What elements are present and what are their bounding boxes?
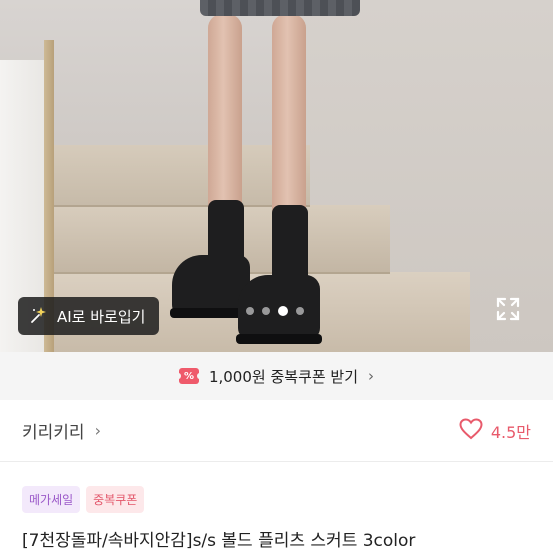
ai-try-on-label: AI로 바로입기 — [57, 307, 146, 326]
model-leg-right — [272, 14, 306, 224]
carousel-dot[interactable] — [262, 307, 270, 315]
carousel-indicator — [246, 306, 304, 316]
badge-list: 메가세일 중복쿠폰 — [22, 486, 145, 513]
like-count: 4.5만 — [490, 422, 531, 442]
heart-icon — [459, 417, 483, 444]
skirt-hem — [200, 0, 360, 16]
stair-edge — [50, 205, 310, 207]
coupon-banner[interactable]: % 1,000원 중복쿠폰 받기 › — [0, 352, 553, 400]
expand-icon[interactable] — [495, 296, 521, 322]
seller-name[interactable]: 키리키리 — [22, 418, 85, 443]
coupon-icon: % — [175, 368, 202, 384]
coupon-text: 1,000원 중복쿠폰 받기 — [208, 367, 359, 386]
carousel-dot[interactable] — [296, 307, 304, 315]
ai-try-on-button[interactable]: AI로 바로입기 — [18, 297, 160, 335]
model-leg-left — [208, 14, 242, 224]
duplicate-coupon-badge: 중복쿠폰 — [86, 486, 145, 513]
mega-sale-badge: 메가세일 — [22, 486, 81, 513]
sparkle-icon — [30, 306, 48, 327]
carousel-dot[interactable] — [246, 307, 254, 315]
carousel-dot-active[interactable] — [278, 306, 288, 316]
product-image[interactable]: AI로 바로입기 — [0, 0, 553, 352]
boot-right-sole — [236, 334, 322, 344]
chevron-right-icon: › — [368, 367, 375, 385]
seller-row: 키리키리 › 4.5만 — [0, 400, 553, 462]
like-button[interactable]: 4.5만 — [459, 417, 531, 444]
product-title: [7천장돌파/속바지안감]s/s 볼드 플리츠 스커트 3color — [22, 531, 416, 551]
chevron-right-icon[interactable]: › — [95, 421, 101, 440]
